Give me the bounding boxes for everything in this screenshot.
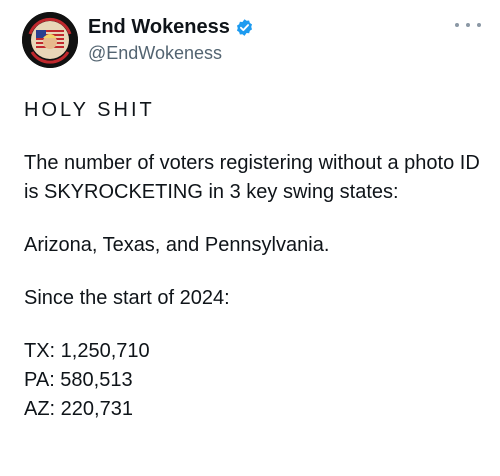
tweet-card: End Wokeness @EndWokeness HOLY SHIT The …	[0, 0, 500, 476]
tweet-paragraph: Since the start of 2024:	[24, 287, 230, 309]
stat-line: TX: 1,250,710	[24, 340, 150, 362]
author-name-row: End Wokeness	[88, 16, 254, 38]
more-dot-icon	[455, 23, 459, 27]
avatar-badge-icon	[22, 12, 78, 68]
tweet-paragraph: The number of voters registering without…	[24, 152, 480, 203]
author-display-name[interactable]: End Wokeness	[88, 16, 230, 38]
verified-check-icon	[235, 18, 254, 37]
stat-line: AZ: 220,731	[24, 398, 133, 420]
more-dot-icon	[466, 23, 470, 27]
stat-line: PA: 580,513	[24, 369, 133, 391]
author-avatar[interactable]	[22, 12, 78, 68]
tweet-headline: HOLY SHIT	[24, 99, 155, 121]
more-options-icon[interactable]	[455, 17, 481, 33]
author-handle[interactable]: @EndWokeness	[88, 42, 222, 64]
tweet-paragraph: Arizona, Texas, and Pennsylvania.	[24, 234, 330, 256]
more-dot-icon	[477, 23, 481, 27]
tweet-text: HOLY SHIT The number of voters registeri…	[24, 96, 484, 424]
